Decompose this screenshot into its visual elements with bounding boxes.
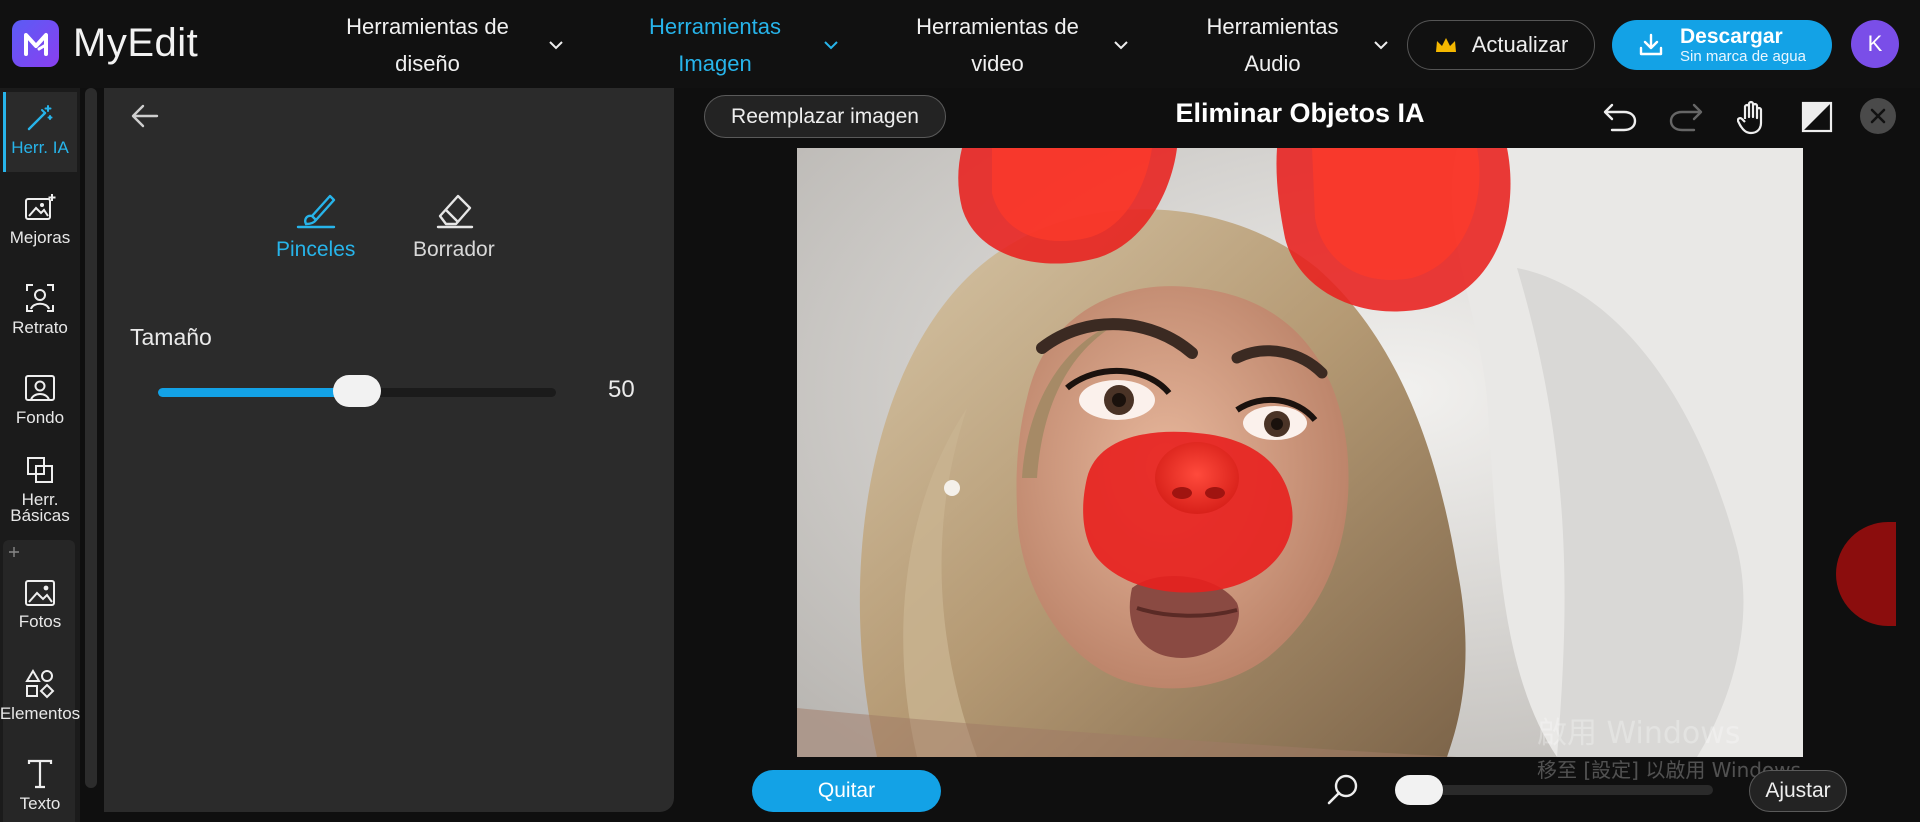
tool-brush[interactable]: Pinceles	[276, 190, 355, 262]
nav-label: Herramientas Imagen	[648, 14, 782, 76]
nav-label: Herramientas Audio	[1206, 14, 1339, 76]
magic-wand-icon	[27, 105, 53, 131]
size-slider-fill	[158, 388, 357, 397]
chevron-down-icon	[824, 41, 838, 50]
fit-button[interactable]: Ajustar	[1749, 770, 1847, 812]
plus-icon	[9, 547, 19, 557]
brush-settings-panel: Pinceles Borrador Tamaño 50	[104, 88, 674, 812]
user-avatar[interactable]: K	[1851, 20, 1899, 68]
photo-icon	[25, 580, 55, 606]
pan-button[interactable]	[1732, 97, 1772, 137]
rail-item-ai-tools[interactable]: Herr. IA	[0, 102, 80, 156]
rail-item-portrait[interactable]: Retrato	[0, 282, 80, 336]
compare-button[interactable]	[1797, 97, 1837, 137]
rail-item-elements[interactable]: Elementos	[0, 668, 80, 722]
chevron-down-icon	[1374, 41, 1388, 50]
download-label: Descargar	[1680, 25, 1783, 48]
chevron-down-icon	[1114, 41, 1128, 50]
rail-item-basic-tools[interactable]: Herr. Básicas	[0, 454, 80, 524]
rail-label: Mejoras	[9, 228, 71, 247]
rail-label: Fondo	[15, 408, 65, 427]
brush-icon	[296, 194, 335, 229]
app-name: MyEdit	[73, 21, 199, 65]
image-sparkle-icon	[25, 194, 56, 220]
remove-button[interactable]: Quitar	[752, 770, 941, 812]
redo-icon	[1669, 103, 1703, 132]
hand-icon	[1737, 100, 1763, 135]
download-sublabel: Sin marca de agua	[1680, 48, 1806, 65]
rail-label: Herr. Básicas	[10, 490, 70, 525]
rail-item-background[interactable]: Fondo	[0, 372, 80, 426]
size-label: Tamaño	[130, 324, 212, 350]
rail-label: Fotos	[18, 612, 62, 631]
search-icon[interactable]	[1325, 772, 1361, 808]
rail-item-enhance[interactable]: Mejoras	[0, 192, 80, 246]
zoom-slider-handle[interactable]	[1395, 775, 1443, 805]
rail-label: Herr. IA	[11, 138, 69, 157]
size-value: 50	[608, 376, 635, 403]
rail-item-photos[interactable]: Fotos	[0, 578, 80, 630]
tool-rail: Herr. IA Mejoras Retrato Fondo Herr. Bás…	[0, 88, 80, 822]
nav-label: Herramientas de diseño	[346, 14, 509, 76]
compare-icon	[1801, 101, 1833, 133]
close-editor-button[interactable]	[1860, 98, 1896, 134]
crown-icon	[1435, 38, 1456, 52]
rail-item-text[interactable]: Texto	[0, 758, 80, 812]
portrait-photo	[797, 148, 1803, 757]
portrait-icon	[26, 284, 54, 312]
zoom-slider[interactable]	[1395, 775, 1713, 805]
upgrade-label: Actualizar	[1471, 32, 1569, 57]
tool-label: Borrador	[413, 238, 495, 261]
close-icon	[1870, 108, 1886, 124]
tool-eraser[interactable]: Borrador	[413, 190, 495, 262]
undo-icon	[1603, 103, 1637, 132]
rail-scrollbar[interactable]	[85, 88, 97, 788]
eraser-icon	[436, 194, 474, 229]
nav-video-tools[interactable]: Herramientas de video	[900, 8, 1129, 82]
nav-image-tools[interactable]: Herramientas Imagen	[625, 8, 839, 82]
back-arrow-icon[interactable]	[130, 102, 160, 130]
nav-design-tools[interactable]: Herramientas de diseño	[325, 8, 564, 82]
app-logo[interactable]: MyEdit	[12, 20, 198, 67]
size-slider[interactable]	[158, 375, 556, 407]
editor-title: Eliminar Objetos IA	[1175, 98, 1425, 128]
download-icon	[1639, 33, 1663, 56]
rail-label: Texto	[19, 794, 61, 813]
rail-label: Retrato	[12, 318, 68, 337]
background-icon	[25, 375, 55, 401]
crop-icon	[27, 457, 53, 483]
redo-button[interactable]	[1666, 97, 1706, 137]
nav-audio-tools[interactable]: Herramientas Audio	[1190, 8, 1389, 82]
tool-label: Pinceles	[276, 238, 356, 261]
nav-label: Herramientas de video	[916, 14, 1079, 76]
replace-image-button[interactable]: Reemplazar imagen	[704, 95, 946, 138]
rail-label: Elementos	[0, 704, 81, 723]
download-button[interactable]: Descargar Sin marca de agua	[1612, 20, 1832, 70]
myedit-logo-icon	[12, 20, 59, 67]
text-icon	[27, 759, 53, 789]
working-image[interactable]	[797, 148, 1803, 757]
shapes-icon	[25, 669, 55, 699]
chevron-down-icon	[549, 41, 563, 50]
watermark-line-1: 啟用 Windows	[1537, 716, 1741, 751]
upgrade-button[interactable]: Actualizar	[1407, 20, 1595, 70]
size-slider-handle[interactable]	[333, 375, 381, 407]
top-bar: MyEdit Herramientas de diseño Herramient…	[0, 0, 1920, 88]
undo-button[interactable]	[1600, 97, 1640, 137]
